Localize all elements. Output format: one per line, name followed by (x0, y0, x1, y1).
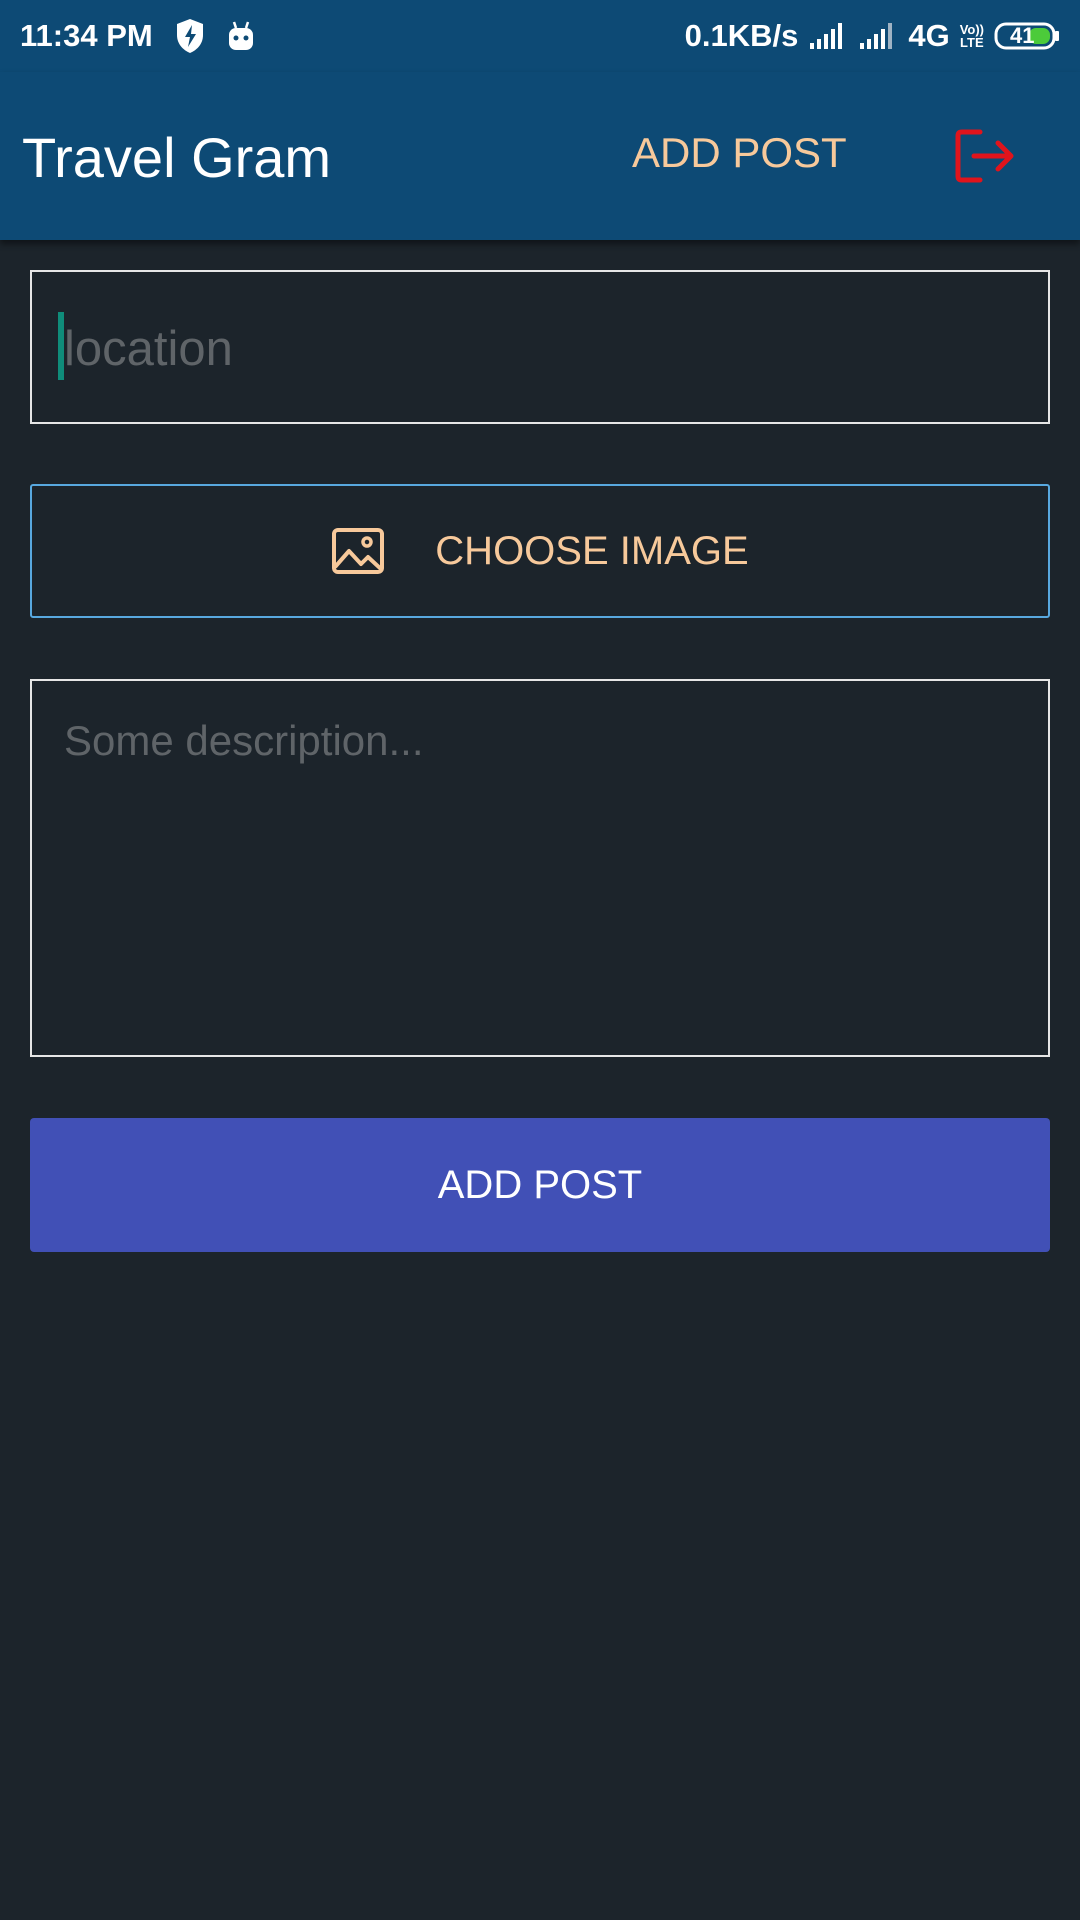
logout-icon (955, 129, 1014, 183)
battery-icon: 41 (994, 21, 1060, 51)
volte-bottom: LTE (960, 35, 984, 50)
status-bar: 11:34 PM 0.1KB/s 4G Vo)) LTE 41 (0, 0, 1080, 72)
signal-icon-2 (858, 21, 898, 51)
location-field[interactable] (30, 270, 1050, 424)
signal-icon (808, 21, 848, 51)
description-field[interactable] (30, 679, 1050, 1057)
network-type: 4G (908, 18, 950, 53)
battery-level: 41 (1010, 23, 1035, 48)
choose-image-label: CHOOSE IMAGE (435, 528, 749, 573)
volte-indicator: Vo)) LTE (960, 23, 984, 49)
app-bar: Travel Gram ADD POST (0, 72, 1080, 240)
choose-image-button[interactable]: CHOOSE IMAGE (30, 484, 1050, 618)
description-input[interactable] (62, 715, 1012, 1035)
android-robot-icon (227, 20, 255, 52)
location-input[interactable] (62, 312, 1012, 386)
add-post-button[interactable]: ADD POST (30, 1118, 1050, 1252)
image-icon (332, 528, 385, 574)
app-title: Travel Gram (22, 126, 332, 189)
network-speed: 0.1KB/s (684, 18, 799, 53)
shield-bolt-icon (175, 18, 205, 54)
status-time: 11:34 PM (20, 18, 153, 53)
add-post-nav-button[interactable]: ADD POST (632, 132, 847, 174)
logout-button[interactable] (954, 128, 1018, 184)
